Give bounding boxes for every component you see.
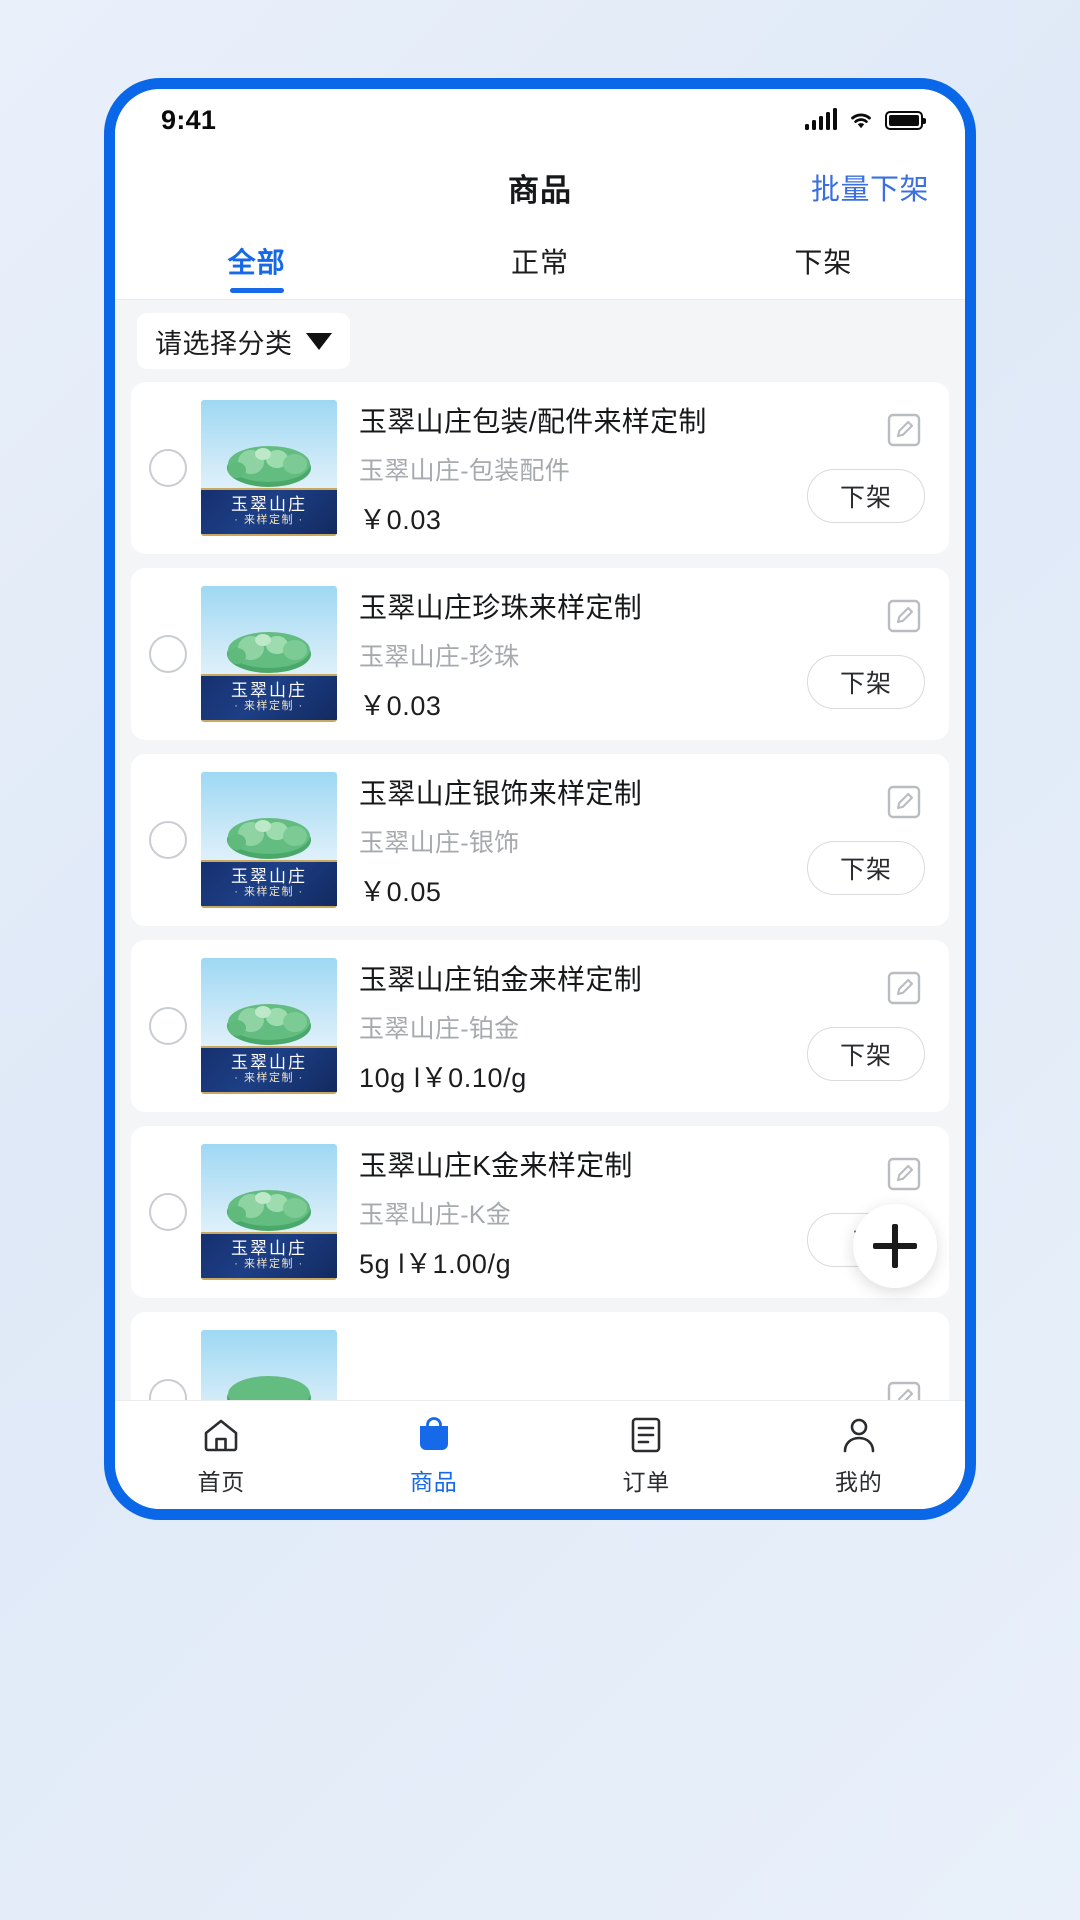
product-thumbnail: 玉翠山庄 · 来样定制 · (201, 1144, 337, 1280)
filter-row: 请选择分类 (115, 300, 965, 382)
tabbar-label-products: 商品 (409, 1468, 458, 1495)
thumbnail-banner: 玉翠山庄 · 来样定制 · (201, 1232, 337, 1280)
product-thumbnail: 玉翠山庄 · 来样定制 · (201, 400, 337, 536)
offshelf-button-label: 下架 (839, 856, 892, 884)
product-thumbnail: 玉翠山庄 · 来样定制 · (201, 958, 337, 1094)
tab-active-indicator (229, 288, 284, 293)
person-icon (843, 1418, 875, 1452)
category-select-label: 请选择分类 (155, 328, 293, 359)
thumbnail-banner: 玉翠山庄 · 来样定制 · (201, 674, 337, 722)
screen: 9:41 商品 批量下架 全部 正常 下架 请选择分类 玉翠山庄 · 来样定制 … (115, 89, 965, 1509)
tabbar-item-profile[interactable]: 我的 (753, 1414, 966, 1497)
banner-sub-text: · 来样定制 · (234, 700, 304, 713)
tabbar-item-orders[interactable]: 订单 (540, 1414, 753, 1497)
banner-main-text: 玉翠山庄 (231, 495, 307, 515)
tabbar-label-home: 首页 (197, 1468, 246, 1495)
home-icon (204, 1419, 238, 1451)
offshelf-button[interactable]: 下架 (807, 841, 925, 895)
product-thumbnail: 玉翠山庄 · 来样定制 · (201, 586, 337, 722)
edit-icon[interactable] (887, 785, 921, 819)
tab-offshelf-label: 下架 (794, 247, 853, 278)
battery-full-icon (885, 110, 926, 130)
add-product-fab[interactable] (853, 1204, 937, 1288)
jade-figurine-image (227, 817, 311, 859)
edit-icon[interactable] (887, 971, 921, 1005)
edit-icon[interactable] (887, 599, 921, 633)
page-title: 商品 (508, 172, 572, 208)
signal-bars-icon (804, 108, 837, 130)
list-icon (631, 1417, 661, 1452)
jade-figurine-image (227, 445, 311, 487)
tabbar-label-orders: 订单 (622, 1468, 671, 1495)
product-checkbox[interactable] (149, 449, 187, 487)
product-checkbox[interactable] (149, 1193, 187, 1231)
tab-normal-label: 正常 (510, 247, 569, 278)
banner-main-text: 玉翠山庄 (231, 1239, 307, 1259)
banner-sub-text: · 来样定制 · (234, 1072, 304, 1085)
product-thumbnail: 玉翠山庄 · 来样定制 · (201, 772, 337, 908)
tabbar-item-home[interactable]: 首页 (115, 1414, 328, 1497)
bottom-tab-bar: 首页 商品 订单 我的 (115, 1400, 965, 1509)
product-checkbox[interactable] (149, 635, 187, 673)
tab-all-label: 全部 (227, 247, 286, 278)
product-actions: 下架 (807, 382, 925, 554)
product-actions: 下架 (807, 754, 925, 926)
product-actions (807, 1312, 925, 1400)
edit-icon[interactable] (887, 1381, 921, 1400)
banner-main-text: 玉翠山庄 (231, 681, 307, 701)
product-card[interactable]: 玉翠山庄 · 来样定制 · 玉翠山庄铂金来样定制 玉翠山庄-铂金 10g l￥0… (131, 940, 949, 1112)
product-card[interactable]: 玉翠山庄 · 来样定制 · 玉翠山庄K金来样定制 玉翠山庄-K金 5g l￥1.… (131, 1126, 949, 1298)
product-actions: 下架 (807, 940, 925, 1112)
offshelf-button-label: 下架 (839, 1042, 892, 1070)
tabbar-label-profile: 我的 (834, 1468, 883, 1495)
wifi-icon (851, 113, 871, 129)
jade-figurine-image (227, 1003, 311, 1045)
offshelf-button[interactable]: 下架 (807, 655, 925, 709)
jade-figurine-image (227, 631, 311, 673)
jade-figurine-image (227, 1189, 311, 1231)
product-list[interactable]: 玉翠山庄 · 来样定制 · 玉翠山庄包装/配件来样定制 玉翠山庄-包装配件 ￥0… (115, 382, 965, 1400)
category-select[interactable]: 请选择分类 (137, 313, 350, 369)
status-time: 9:41 (161, 104, 217, 135)
status-icons (804, 108, 926, 130)
banner-main-text: 玉翠山庄 (231, 867, 307, 887)
plus-icon (873, 1224, 917, 1268)
banner-sub-text: · 来样定制 · (234, 1258, 304, 1271)
tab-all[interactable]: 全部 (115, 223, 398, 299)
edit-icon[interactable] (887, 1157, 921, 1191)
status-bar: 9:41 (115, 89, 965, 151)
tab-strip: 全部 正常 下架 (115, 223, 965, 300)
offshelf-button-label: 下架 (839, 670, 892, 698)
product-thumbnail: 玉翠山庄 · 来样定制 · (201, 1330, 337, 1400)
product-card[interactable]: 玉翠山庄 · 来样定制 · (131, 1312, 949, 1400)
banner-sub-text: · 来样定制 · (234, 886, 304, 899)
chevron-down-icon (305, 332, 332, 350)
thumbnail-banner: 玉翠山庄 · 来样定制 · (201, 488, 337, 536)
nav-bar: 商品 批量下架 (115, 151, 965, 223)
offshelf-button[interactable]: 下架 (807, 1027, 925, 1081)
product-checkbox[interactable] (149, 821, 187, 859)
thumbnail-banner: 玉翠山庄 · 来样定制 · (201, 1046, 337, 1094)
product-checkbox[interactable] (149, 1007, 187, 1045)
bag-icon (419, 1416, 448, 1450)
offshelf-button-label: 下架 (839, 484, 892, 512)
thumbnail-banner: 玉翠山庄 · 来样定制 · (201, 860, 337, 908)
offshelf-button[interactable]: 下架 (807, 469, 925, 523)
banner-main-text: 玉翠山庄 (231, 1053, 307, 1073)
jade-figurine-image (227, 1375, 311, 1400)
product-card[interactable]: 玉翠山庄 · 来样定制 · 玉翠山庄珍珠来样定制 玉翠山庄-珍珠 ￥0.03 下 (131, 568, 949, 740)
tab-normal[interactable]: 正常 (398, 223, 681, 299)
banner-sub-text: · 来样定制 · (234, 514, 304, 527)
tabbar-item-products[interactable]: 商品 (328, 1414, 541, 1497)
product-card[interactable]: 玉翠山庄 · 来样定制 · 玉翠山庄包装/配件来样定制 玉翠山庄-包装配件 ￥0… (131, 382, 949, 554)
tab-offshelf[interactable]: 下架 (682, 223, 965, 299)
phone-frame: 9:41 商品 批量下架 全部 正常 下架 请选择分类 玉翠山庄 · 来样定制 … (104, 78, 976, 1520)
edit-icon[interactable] (887, 413, 921, 447)
product-checkbox[interactable] (149, 1379, 187, 1400)
batch-offshelf-button[interactable]: 批量下架 (811, 166, 929, 208)
product-actions: 下架 (807, 568, 925, 740)
product-card[interactable]: 玉翠山庄 · 来样定制 · 玉翠山庄银饰来样定制 玉翠山庄-银饰 ￥0.05 下 (131, 754, 949, 926)
